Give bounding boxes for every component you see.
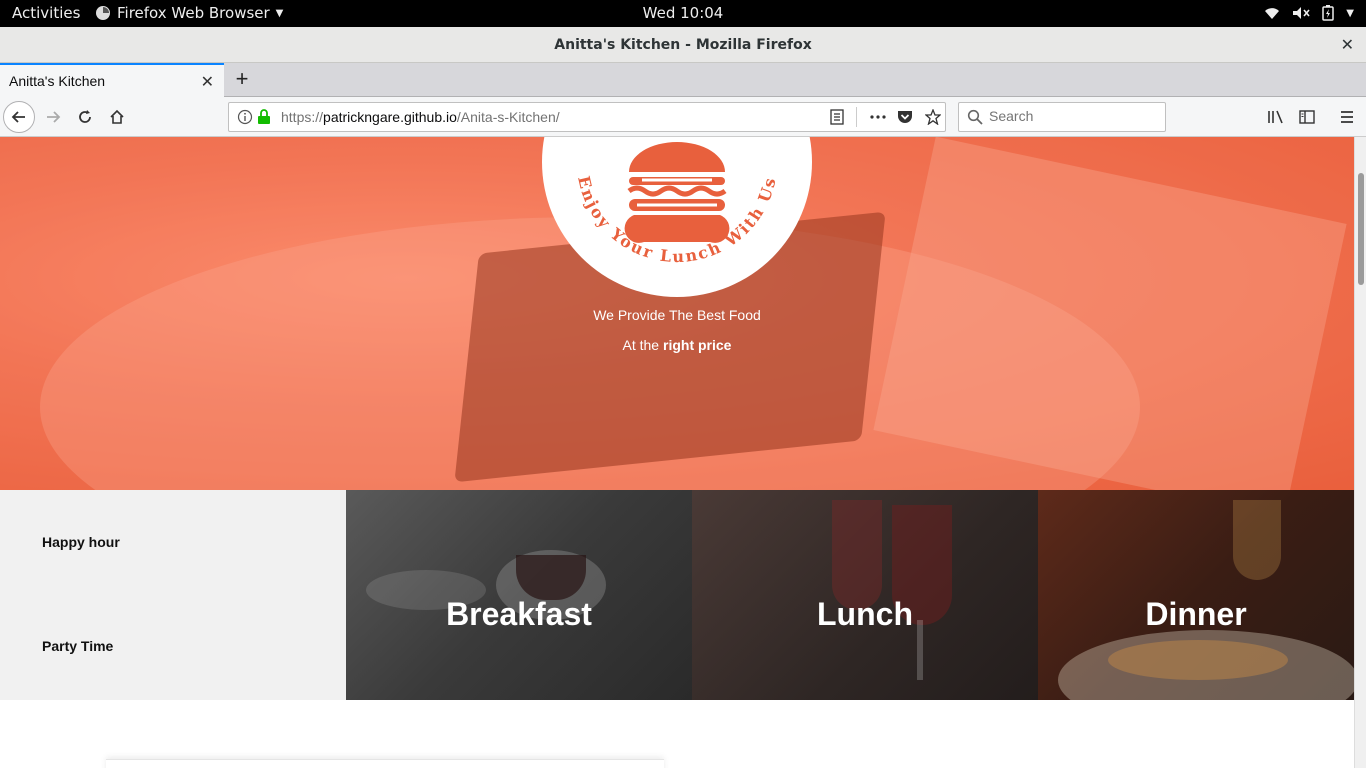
window-title: Anitta's Kitchen - Mozilla Firefox xyxy=(554,37,812,53)
back-button[interactable] xyxy=(3,101,35,133)
chevron-down-icon: ▼ xyxy=(275,7,284,19)
reload-button[interactable] xyxy=(69,101,101,133)
breakfast-card[interactable]: Breakfast xyxy=(346,490,692,700)
content-card-top-edge xyxy=(106,759,664,768)
hamburger-menu-icon[interactable] xyxy=(1339,109,1355,125)
meals-section: Happy hour Party Time Breakfast Lunch Di… xyxy=(0,490,1354,700)
firefox-icon xyxy=(96,6,110,20)
breakfast-label: Breakfast xyxy=(446,596,592,632)
page-scrollbar[interactable] xyxy=(1354,137,1366,768)
url-text[interactable]: https://patrickngare.github.io/Anita-s-K… xyxy=(281,109,560,125)
home-button[interactable] xyxy=(101,101,133,133)
party-time-link[interactable]: Party Time xyxy=(42,638,113,654)
page-actions-icon[interactable] xyxy=(869,109,887,125)
hero-banner: Enjoy Your Lunch With Us We Provide The … xyxy=(0,137,1354,490)
info-icon[interactable] xyxy=(237,109,253,125)
reload-icon xyxy=(79,110,91,123)
happy-hour-link[interactable]: Happy hour xyxy=(42,534,120,550)
lock-icon[interactable] xyxy=(257,109,271,125)
reader-view-icon[interactable] xyxy=(829,109,845,125)
price-prefix: At the xyxy=(622,337,660,353)
dinner-label: Dinner xyxy=(1145,596,1247,632)
forward-button[interactable] xyxy=(37,101,69,133)
price-emphasis: right price xyxy=(663,337,732,353)
search-bar[interactable] xyxy=(958,102,1166,132)
hero-tagline: We Provide The Best Food xyxy=(593,307,761,323)
hero-price-line: At the right price xyxy=(0,337,1354,353)
close-window-icon[interactable]: ✕ xyxy=(1341,27,1354,63)
scrollbar-thumb[interactable] xyxy=(1358,173,1364,285)
site-logo[interactable]: Enjoy Your Lunch With Us xyxy=(542,137,812,297)
tab-anittas-kitchen[interactable]: Anitta's Kitchen ✕ xyxy=(0,63,224,97)
lunch-card[interactable]: Lunch xyxy=(692,490,1038,700)
wifi-icon[interactable] xyxy=(1264,6,1280,20)
app-menu[interactable]: Firefox Web Browser ▼ xyxy=(95,4,283,22)
url-host: patrickngare.github.io xyxy=(323,109,457,125)
search-icon xyxy=(967,109,983,125)
app-menu-label: Firefox Web Browser xyxy=(117,4,270,22)
library-icon[interactable] xyxy=(1267,109,1285,125)
clock[interactable]: Wed 10:04 xyxy=(643,4,724,22)
page-content: Enjoy Your Lunch With Us We Provide The … xyxy=(0,137,1354,768)
home-icon xyxy=(110,109,124,124)
sidebar-toggle-icon[interactable] xyxy=(1299,109,1315,125)
window-title-bar: Anitta's Kitchen - Mozilla Firefox ✕ xyxy=(0,27,1366,63)
volume-muted-icon[interactable] xyxy=(1292,6,1310,20)
new-tab-button[interactable]: + xyxy=(232,67,252,91)
arrow-left-icon xyxy=(11,111,25,123)
arrow-right-icon xyxy=(47,111,61,123)
pocket-icon[interactable] xyxy=(897,109,913,125)
url-bar[interactable]: https://patrickngare.github.io/Anita-s-K… xyxy=(228,102,946,132)
navigation-toolbar: https://patrickngare.github.io/Anita-s-K… xyxy=(0,97,1366,137)
lunch-label: Lunch xyxy=(817,596,913,632)
tab-label: Anitta's Kitchen xyxy=(9,73,106,89)
url-prefix: https:// xyxy=(281,109,324,125)
url-path: /Anita-s-Kitchen/ xyxy=(456,109,560,125)
bookmark-star-icon[interactable] xyxy=(925,109,941,125)
side-menu: Happy hour Party Time xyxy=(0,490,346,700)
close-tab-icon[interactable]: ✕ xyxy=(201,72,214,92)
burger-logo-icon: Enjoy Your Lunch With Us xyxy=(574,142,778,266)
activities-button[interactable]: Activities xyxy=(12,4,80,22)
search-input[interactable] xyxy=(989,108,1159,124)
system-top-bar: Activities Firefox Web Browser ▼ Wed 10:… xyxy=(0,0,1366,27)
system-menu-chevron-icon[interactable]: ▼ xyxy=(1346,8,1354,19)
battery-icon[interactable] xyxy=(1322,5,1335,21)
tab-strip: Anitta's Kitchen ✕ + xyxy=(0,63,1366,97)
dinner-card[interactable]: Dinner xyxy=(1038,490,1354,700)
